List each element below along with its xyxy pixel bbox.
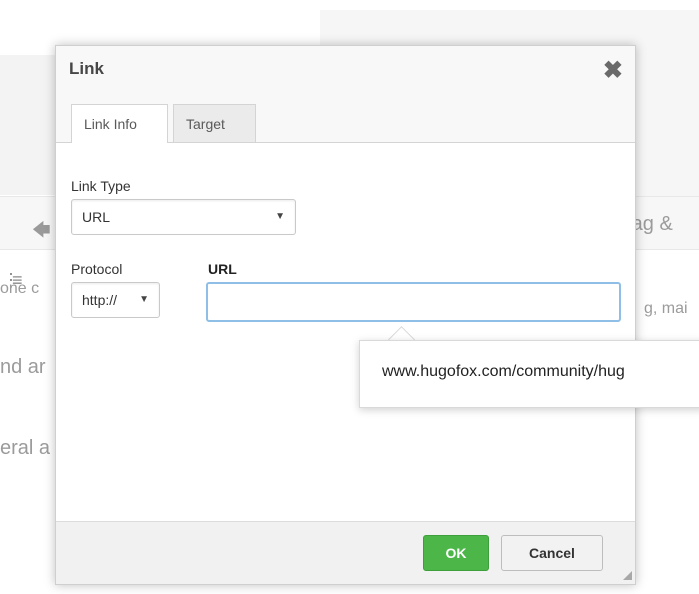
background-text-line2: nd ar: [0, 356, 46, 378]
background-left-strip: [0, 55, 60, 195]
link-type-select[interactable]: URL ▼: [71, 199, 296, 235]
tab-link-info[interactable]: Link Info: [71, 104, 168, 143]
autocomplete-suggestion[interactable]: www.hugofox.com/community/hug: [382, 363, 625, 381]
cancel-button[interactable]: Cancel: [501, 535, 603, 571]
dialog-title: Link: [69, 59, 104, 78]
caret-down-icon: ▼: [275, 211, 285, 222]
background-text-line3: eral a: [0, 437, 51, 459]
background-text-right: g, mai: [644, 300, 688, 317]
background-text-line1: one c: [0, 280, 40, 297]
url-input[interactable]: [206, 282, 621, 322]
protocol-select[interactable]: http:// ▼: [71, 282, 160, 318]
url-label: URL: [208, 261, 237, 277]
autocomplete-dropdown: www.hugofox.com/community/hug: [359, 340, 699, 408]
protocol-value: http://: [82, 292, 118, 308]
caret-down-icon: ▼: [139, 294, 149, 305]
tab-target[interactable]: Target: [173, 104, 256, 142]
dialog-footer: OK Cancel: [56, 521, 635, 584]
close-icon[interactable]: ✖: [603, 56, 623, 85]
protocol-label: Protocol: [71, 261, 123, 277]
dialog-titlebar[interactable]: Link ✖: [56, 46, 635, 95]
ok-button[interactable]: OK: [423, 535, 489, 571]
resize-handle-icon[interactable]: [623, 571, 632, 580]
link-type-label: Link Type: [71, 178, 131, 194]
tab-bar: Link Info Target: [56, 94, 635, 143]
arrow-left-icon[interactable]: 🡄: [32, 218, 51, 248]
link-type-value: URL: [82, 209, 111, 225]
link-dialog: Link ✖ Link Info Target Link Type URL ▼ …: [55, 45, 636, 585]
